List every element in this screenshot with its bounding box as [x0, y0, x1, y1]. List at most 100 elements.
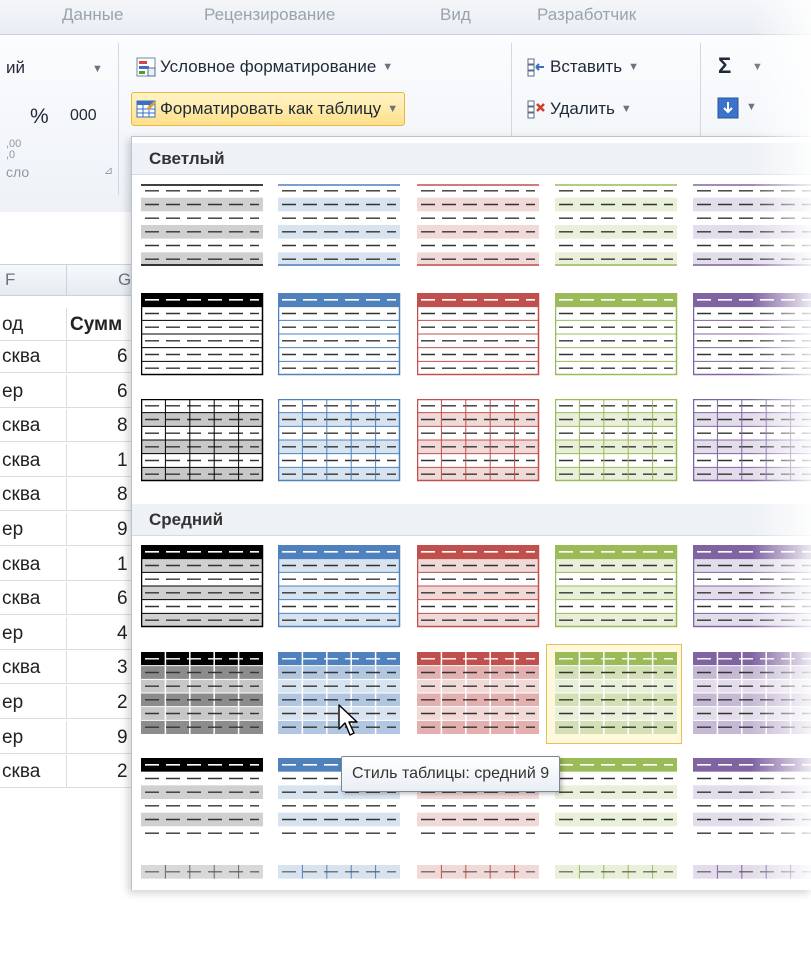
header-row[interactable]: од Сумм	[0, 308, 140, 341]
chevron-down-icon[interactable]: ▼	[746, 101, 757, 113]
table-style-medium-9[interactable]	[546, 644, 682, 744]
table-style-medium-6[interactable]	[132, 644, 268, 744]
table-style-medium-17[interactable]	[269, 857, 405, 957]
format-as-table-button[interactable]: Форматировать как таблицу ▼	[131, 92, 405, 126]
table-row[interactable]: ер 6	[0, 375, 140, 408]
table-style-light-5[interactable]	[684, 176, 811, 276]
table-style-preview	[693, 184, 811, 268]
table-style-medium-15[interactable]	[684, 750, 811, 850]
header-cell-sum: Сумм	[70, 314, 122, 336]
table-style-medium-14[interactable]	[546, 750, 682, 850]
sum-cell[interactable]: 8	[117, 415, 128, 437]
table-row[interactable]: сква 8	[0, 409, 140, 442]
sum-cell[interactable]: 6	[117, 588, 128, 610]
percent-style-button[interactable]: %	[30, 105, 49, 129]
city-cell[interactable]: ер	[2, 381, 23, 403]
number-format-dropdown[interactable]: ий	[6, 58, 25, 78]
table-row[interactable]: сква 2	[0, 755, 140, 788]
table-row[interactable]: ер 2	[0, 686, 140, 719]
city-cell[interactable]: сква	[2, 484, 40, 506]
table-style-light-4[interactable]	[546, 176, 682, 276]
table-row[interactable]: сква 3	[0, 651, 140, 684]
table-style-medium-8[interactable]	[408, 644, 544, 744]
table-row[interactable]: сква 6	[0, 582, 140, 615]
table-style-light-7[interactable]	[269, 285, 405, 385]
column-header-g[interactable]: G	[118, 270, 131, 290]
city-cell[interactable]: сква	[2, 588, 40, 610]
table-style-light-10[interactable]	[684, 285, 811, 385]
sum-cell[interactable]: 3	[117, 657, 128, 679]
table-style-light-15[interactable]	[684, 391, 811, 491]
sum-cell[interactable]: 2	[117, 761, 128, 783]
sum-cell[interactable]: 6	[117, 381, 128, 403]
table-style-light-6[interactable]	[132, 285, 268, 385]
city-cell[interactable]: сква	[2, 415, 40, 437]
tab-developer[interactable]: Разработчик	[537, 5, 636, 25]
table-row[interactable]: сква 1	[0, 548, 140, 581]
city-cell[interactable]: сква	[2, 761, 40, 783]
sum-cell[interactable]: 6	[117, 346, 128, 368]
city-cell[interactable]: сква	[2, 450, 40, 472]
table-row[interactable]: сква 6	[0, 340, 140, 373]
table-style-medium-5[interactable]	[684, 537, 811, 637]
city-cell[interactable]: сква	[2, 554, 40, 576]
table-style-light-2[interactable]	[269, 176, 405, 276]
table-style-medium-10[interactable]	[684, 644, 811, 744]
table-style-medium-18[interactable]	[408, 857, 544, 957]
table-style-light-9[interactable]	[546, 285, 682, 385]
table-row[interactable]: ер 4	[0, 617, 140, 650]
delete-cells-button[interactable]: Удалить ▼	[526, 93, 632, 125]
table-style-preview	[278, 865, 402, 949]
table-style-medium-1[interactable]	[132, 537, 268, 637]
table-style-light-14[interactable]	[546, 391, 682, 491]
city-cell[interactable]: ер	[2, 692, 23, 714]
table-style-medium-11[interactable]	[132, 750, 268, 850]
table-style-preview	[278, 184, 402, 268]
table-style-medium-2[interactable]	[269, 537, 405, 637]
table-style-light-11[interactable]	[132, 391, 268, 491]
table-style-medium-20[interactable]	[684, 857, 811, 957]
city-cell[interactable]: сква	[2, 657, 40, 679]
table-row[interactable]: ер 9	[0, 513, 140, 546]
table-row[interactable]: сква 1	[0, 444, 140, 477]
number-dialog-launcher-icon[interactable]: ⊿	[104, 164, 113, 177]
table-style-light-12[interactable]	[269, 391, 405, 491]
table-row[interactable]: ер 9	[0, 721, 140, 754]
city-cell[interactable]: ер	[2, 623, 23, 645]
decrease-decimal-button[interactable]: ,00 ,0	[6, 139, 21, 161]
number-format-dropdown-arrow[interactable]: ▼	[92, 63, 103, 75]
table-style-light-3[interactable]	[408, 176, 544, 276]
table-style-light-13[interactable]	[408, 391, 544, 491]
table-style-light-8[interactable]	[408, 285, 544, 385]
column-header-f[interactable]: F	[5, 270, 15, 290]
autosum-icon[interactable]: Σ	[718, 53, 731, 79]
sum-cell[interactable]: 1	[117, 450, 128, 472]
sum-cell[interactable]: 2	[117, 692, 128, 714]
table-style-preview	[417, 293, 541, 377]
fill-icon[interactable]	[717, 97, 739, 124]
tab-review[interactable]: Рецензирование	[204, 5, 335, 25]
city-cell[interactable]: сква	[2, 346, 40, 368]
tab-view[interactable]: Вид	[440, 5, 471, 25]
sum-cell[interactable]: 9	[117, 519, 128, 541]
city-cell[interactable]: ер	[2, 727, 23, 749]
table-style-medium-19[interactable]	[546, 857, 682, 957]
city-cell[interactable]: ер	[2, 519, 23, 541]
chevron-down-icon[interactable]: ▼	[752, 61, 763, 73]
insert-cells-button[interactable]: Вставить ▼	[526, 51, 639, 83]
table-style-medium-4[interactable]	[546, 537, 682, 637]
conditional-formatting-button[interactable]: Условное форматирование ▼	[136, 51, 393, 83]
sum-cell[interactable]: 9	[117, 727, 128, 749]
comma-style-button[interactable]: 000	[70, 107, 97, 125]
table-style-preview	[141, 652, 265, 736]
table-style-light-1[interactable]	[132, 176, 268, 276]
group-separator	[118, 43, 119, 195]
table-style-medium-3[interactable]	[408, 537, 544, 637]
sum-cell[interactable]: 8	[117, 484, 128, 506]
sum-cell[interactable]: 1	[117, 554, 128, 576]
sum-cell[interactable]: 4	[117, 623, 128, 645]
table-row[interactable]: сква 8	[0, 478, 140, 511]
table-style-preview	[417, 184, 541, 268]
tab-data[interactable]: Данные	[62, 5, 123, 25]
table-style-medium-16[interactable]	[132, 857, 268, 957]
